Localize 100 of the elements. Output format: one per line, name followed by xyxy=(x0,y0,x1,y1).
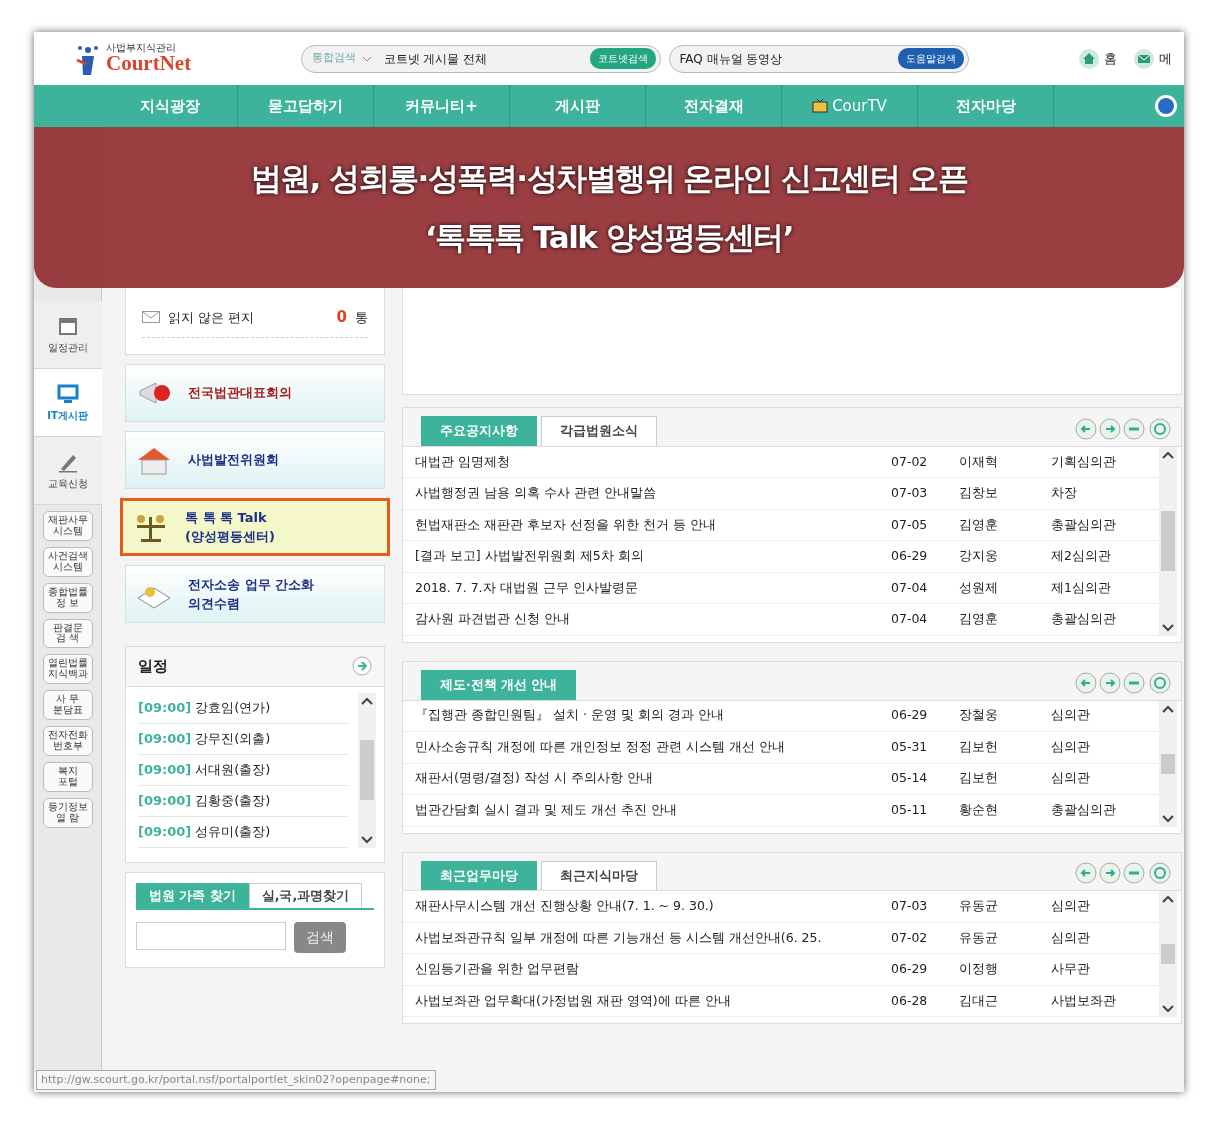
notice-title[interactable]: [결과 보고] 사법발전위원회 제5차 회의 xyxy=(403,547,891,566)
banner-link[interactable]: 전자소송 업무 간소화 의견수렴 xyxy=(125,565,385,623)
schedule-text: 김황중(출장) xyxy=(195,791,271,810)
notice-position: 심의관 xyxy=(1051,737,1091,756)
chevron-down-icon[interactable] xyxy=(1162,623,1174,632)
home-icon[interactable] xyxy=(1078,47,1100,70)
notice-date: 05-31 xyxy=(891,737,929,756)
notice-author: 김보헌 xyxy=(959,769,999,788)
banner-link[interactable]: 사법발전위원회 xyxy=(125,431,385,489)
tab[interactable]: 각급법원소식 xyxy=(541,416,657,446)
chevron-up-icon[interactable] xyxy=(1162,704,1174,713)
arrow-right-icon[interactable] xyxy=(352,656,372,677)
notice-date: 07-02 xyxy=(891,452,929,471)
headline-text: 법원, 성희롱·성폭력·성차별행위 온라인 신고센터 오픈 xyxy=(250,159,968,198)
notice-author: 이재혁 xyxy=(959,452,999,471)
notice-date: 06-29 xyxy=(891,960,929,979)
search-field[interactable]: FAQ 매뉴얼 동영상 도움말검색 xyxy=(668,44,969,73)
tab[interactable]: 최근지식마당 xyxy=(541,860,657,891)
scrollbar-thumb[interactable] xyxy=(360,740,374,800)
notice-position: 사법보좌관 xyxy=(1051,991,1117,1010)
header-link[interactable]: 홈 xyxy=(1104,48,1117,69)
envelope-icon xyxy=(142,311,160,324)
notice-title[interactable]: 헌법재판소 재판관 후보자 선정을 위한 천거 등 안내 xyxy=(403,515,891,535)
scrollbar-thumb[interactable] xyxy=(1161,944,1175,965)
quick-link-button[interactable]: 사건검색 시스템 xyxy=(42,546,93,577)
name-input-field[interactable] xyxy=(136,922,286,951)
notice-position: 제2심의관 xyxy=(1051,547,1112,566)
unread-unit: 통 xyxy=(355,308,368,327)
scrollbar[interactable] xyxy=(1159,891,1177,1018)
unread-count: 0 xyxy=(336,307,347,328)
notice-title[interactable]: 신임등기관을 위한 업무편람 xyxy=(403,960,891,979)
chevron-up-icon[interactable] xyxy=(1162,895,1174,904)
chevron-up-icon[interactable] xyxy=(361,696,373,705)
notice-position: 제1심의관 xyxy=(1051,578,1112,597)
notice-position: 차장 xyxy=(1051,484,1078,503)
status-url: http://gw.scourt.go.kr/portal.nsf/portalportlet_skin02?openpage#none; xyxy=(36,1069,436,1090)
notice-title[interactable]: 민사소송규칙 개정에 따른 개인정보 정정 관련 시스템 개선 안내 xyxy=(403,737,891,757)
notice-title[interactable]: 법관간담회 실시 결과 및 제도 개선 추진 안내 xyxy=(403,800,891,820)
notice-title[interactable]: 『집행관 종합민원팀』 설치 · 운영 및 회의 경과 안내 xyxy=(403,706,891,726)
banner-link[interactable]: 전국법관대표회의 xyxy=(125,364,385,422)
search-button[interactable]: 도움말검색 xyxy=(897,48,964,69)
notice-date: 05-11 xyxy=(891,800,929,819)
header-link[interactable]: 메 xyxy=(1159,48,1172,69)
portlet-controls-icon[interactable] xyxy=(1075,671,1173,694)
notice-date: 07-04 xyxy=(891,578,929,597)
schedule-time: [09:00] xyxy=(138,698,192,717)
notice-date: 07-03 xyxy=(891,484,929,503)
notice-title[interactable]: 2018. 7. 7.자 대법원 근무 인사발령문 xyxy=(403,578,891,598)
notice-position: 총괄심의관 xyxy=(1051,800,1117,819)
notice-author: 황순현 xyxy=(959,800,999,819)
scrollbar-thumb[interactable] xyxy=(1161,511,1175,572)
notice-title[interactable]: 사법행정권 남용 의혹 수사 관련 안내말씀 xyxy=(403,484,891,503)
scrollbar[interactable] xyxy=(1159,446,1177,636)
notice-date: 05-14 xyxy=(891,769,929,788)
mail-icon[interactable] xyxy=(1133,47,1155,70)
notice-title[interactable]: 재판서(명령/결정) 작성 시 주의사항 안내 xyxy=(403,769,891,789)
scrollbar-thumb[interactable] xyxy=(1161,753,1175,774)
headline-text: ‘톡톡톡 Talk 양성평등센터’ xyxy=(425,217,793,257)
chevron-down-icon[interactable] xyxy=(361,835,373,844)
notice-title[interactable]: 사법보좌관규칙 일부 개정에 따른 기능개선 등 시스템 개선안내(6. 25. xyxy=(403,928,891,948)
sidebar-item[interactable]: 교육신청 xyxy=(34,437,102,505)
quick-link-button[interactable]: 복지 포털 xyxy=(42,761,93,792)
notice-date: 07-03 xyxy=(891,897,929,916)
tab[interactable]: 실,국,과명찾기 xyxy=(248,882,363,909)
chevron-down-icon[interactable] xyxy=(1162,814,1174,823)
schedule-time: [09:00] xyxy=(138,729,192,748)
schedule-text: 강효임(연가) xyxy=(195,698,271,717)
chevron-up-icon[interactable] xyxy=(1162,450,1174,459)
notice-position: 심의관 xyxy=(1051,769,1091,788)
sidebar-item[interactable]: IT게시판 xyxy=(34,369,102,437)
unread-label: 읽지 않은 편지 xyxy=(168,308,256,327)
banner-link[interactable]: 톡 톡 톡 Talk (양성평등센터) xyxy=(120,498,390,556)
quick-link-button[interactable]: 열린법률 지식백과 xyxy=(42,654,93,685)
quick-link-button[interactable]: 재판사무 시스템 xyxy=(42,511,93,541)
notice-date: 07-05 xyxy=(891,515,929,534)
notice-title[interactable]: 감사원 파견법관 신청 안내 xyxy=(403,610,891,629)
notice-title[interactable]: 재판사무시스템 개선 진행상황 안내(7. 1. ~ 9. 30.) xyxy=(403,897,891,916)
quick-link-button[interactable]: 등기정보 열 람 xyxy=(42,797,93,828)
quick-link-button[interactable]: 종합법률 정 보 xyxy=(42,582,93,613)
logo-subtitle: 사법부지식관리 xyxy=(106,43,177,53)
notice-author: 김영훈 xyxy=(959,515,999,534)
notice-date: 06-29 xyxy=(891,706,929,725)
scrollbar[interactable] xyxy=(1159,700,1177,827)
portlet-controls-icon[interactable] xyxy=(1075,417,1173,440)
notice-author: 강지웅 xyxy=(959,547,999,566)
sidebar-item[interactable]: 일정관리 xyxy=(34,301,102,369)
panel-title: 일정 xyxy=(138,656,168,677)
logo-text: CourtNet xyxy=(106,53,192,74)
quick-link-button[interactable]: 사 무 분담표 xyxy=(42,690,93,721)
notice-title[interactable]: 대법관 임명제청 xyxy=(403,452,891,472)
quick-link-button[interactable]: 판결문 검 색 xyxy=(42,618,93,649)
chevron-down-icon[interactable] xyxy=(1162,1005,1174,1014)
notice-title[interactable]: 사법보좌관 업무확대(가정법원 재판 영역)에 따른 안내 xyxy=(403,991,891,1011)
notice-author: 김보헌 xyxy=(959,737,999,756)
portlet-controls-icon[interactable] xyxy=(1075,862,1173,885)
notice-author: 성원제 xyxy=(959,578,999,597)
schedule-time: [09:00] xyxy=(138,822,192,841)
notice-position: 총괄심의관 xyxy=(1051,515,1117,534)
quick-link-button[interactable]: 전자전화 번호부 xyxy=(42,726,93,756)
scrollbar[interactable] xyxy=(358,692,376,848)
